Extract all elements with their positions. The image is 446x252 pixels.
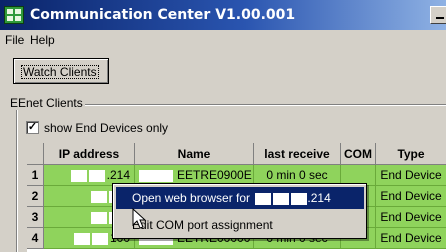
context-menu: Open web browser for .214 Edit COM port … — [112, 183, 367, 239]
row-number: 3 — [27, 207, 44, 228]
edit-com-port-menu-item[interactable]: Edit COM port assignment — [116, 214, 364, 236]
row-number: 1 — [27, 165, 44, 186]
type-cell[interactable]: End Device — [376, 228, 446, 249]
header-type[interactable]: Type — [376, 143, 446, 165]
show-end-devices-label[interactable]: show End Devices only — [44, 121, 168, 135]
watch-clients-button[interactable]: Watch Clients — [13, 58, 109, 84]
header-name[interactable]: Name — [135, 143, 254, 165]
type-cell[interactable]: End Device — [376, 186, 446, 207]
mouse-pointer-icon — [132, 208, 147, 229]
row-number: 4 — [27, 228, 44, 249]
minimize-icon — [436, 17, 444, 19]
group-label: EEnet Clients — [8, 96, 85, 110]
menu-bar: File Help — [0, 30, 446, 50]
header-com[interactable]: COM — [341, 143, 376, 165]
minimize-button[interactable] — [430, 6, 446, 24]
watch-clients-label: Watch Clients — [21, 65, 99, 79]
window-title: Communication Center V1.00.001 — [30, 7, 296, 23]
corner-header — [27, 143, 44, 165]
row-number: 2 — [27, 186, 44, 207]
title-bar: Communication Center V1.00.001 — [0, 0, 446, 30]
header-ip-address[interactable]: IP address — [44, 143, 135, 165]
menu-file[interactable]: File — [5, 33, 24, 47]
type-cell[interactable]: End Device — [376, 165, 446, 186]
app-icon — [4, 6, 24, 24]
show-end-devices-checkbox[interactable]: ✓ — [26, 121, 39, 134]
type-cell[interactable]: End Device — [376, 207, 446, 228]
menu-help[interactable]: Help — [30, 33, 55, 47]
header-last-receive[interactable]: last receive — [254, 143, 341, 165]
open-web-browser-menu-item[interactable]: Open web browser for .214 — [116, 187, 364, 209]
